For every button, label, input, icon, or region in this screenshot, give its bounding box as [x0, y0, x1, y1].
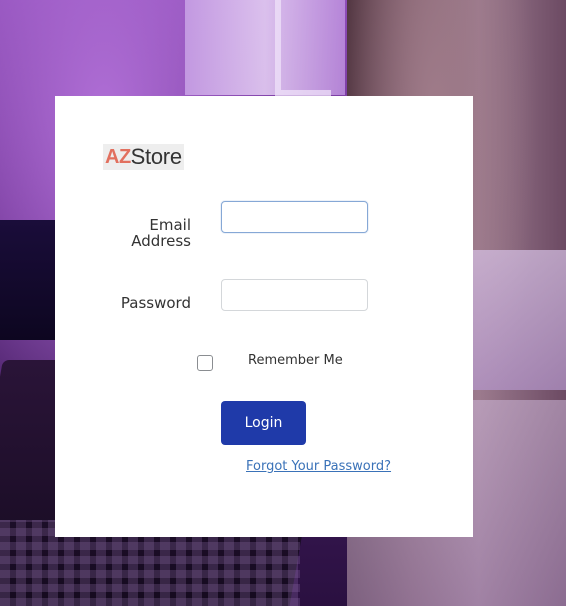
login-card: AZ Store Email Address Password Remember …	[55, 96, 473, 537]
logo-suffix: Store	[130, 144, 182, 169]
email-label: Email Address	[131, 216, 191, 250]
remember-me-checkbox[interactable]	[197, 355, 213, 371]
logo-prefix: AZ	[105, 145, 131, 168]
forgot-password-link[interactable]: Forgot Your Password?	[246, 459, 391, 474]
background-window-frame	[275, 0, 331, 96]
email-field[interactable]	[221, 201, 368, 233]
login-button[interactable]: Login	[221, 401, 306, 445]
password-field[interactable]	[221, 279, 368, 311]
brand-logo: AZ Store	[103, 144, 184, 170]
password-label: Password	[120, 294, 191, 312]
remember-me-label: Remember Me	[248, 353, 343, 368]
background-laptop-screen	[0, 220, 60, 340]
